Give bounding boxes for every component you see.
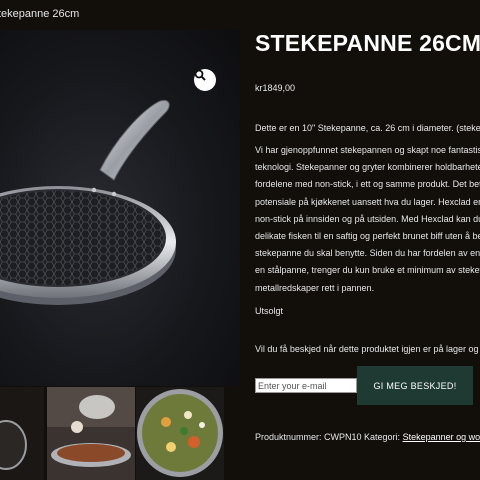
email-input[interactable]	[255, 378, 357, 393]
thumbnail-2[interactable]	[47, 387, 135, 480]
magnifier-icon	[194, 69, 206, 81]
description-line: delikate fisken til en saftig og perfekt…	[255, 231, 480, 242]
thumbnail-image	[136, 387, 224, 480]
description-line: en stålpanne, trenger du kun bruke et mi…	[255, 265, 480, 276]
product-meta: Produktnummer: CWPN10 Kategori: Stekepan…	[255, 432, 480, 442]
description-line: Vi har gjenoppfunnet stekepannen og skap…	[255, 145, 480, 155]
product-title: STEKEPANNE 26CM	[255, 30, 480, 56]
product-meta-label: Produktnummer: CWPN10 Kategori:	[255, 432, 403, 442]
thumbnail-gallery	[0, 387, 240, 480]
thumbnail-3[interactable]	[136, 387, 224, 480]
product-main-image[interactable]	[0, 30, 240, 386]
description-line: stekepanne du skal benytte. Siden du har…	[255, 248, 480, 259]
thumbnail-image	[0, 387, 44, 480]
description-line: fordelene med non-stick, i ett og samme …	[255, 179, 480, 190]
product-price: kr1849,00	[255, 83, 296, 93]
description-line: teknologi. Stekepanner og gryter kombine…	[255, 162, 480, 173]
notify-me-button[interactable]: GI MEG BESKJED!	[357, 366, 473, 405]
zoom-button[interactable]	[194, 69, 216, 91]
category-link[interactable]: Stekepanner og wok	[403, 432, 480, 442]
thumbnail-image	[47, 387, 135, 480]
thumbnail-1[interactable]	[0, 387, 44, 480]
product-description: Vi har gjenoppfunnet stekepannen og skap…	[255, 142, 480, 297]
breadcrumb: tekepanne 26cm	[0, 8, 80, 20]
description-line: potensiale på kjøkkenet uansett hva du l…	[255, 196, 480, 207]
back-in-stock-text: Vil du få beskjed når dette produktet ig…	[255, 344, 480, 354]
description-line: non-stick på innsiden og på utsiden. Med…	[255, 213, 480, 224]
description-line: metallredskaper rett i pannen.	[255, 282, 375, 293]
stock-status: Utsolgt	[255, 306, 284, 316]
description-intro: Dette er en 10" Stekepanne, ca. 26 cm i …	[255, 123, 480, 133]
